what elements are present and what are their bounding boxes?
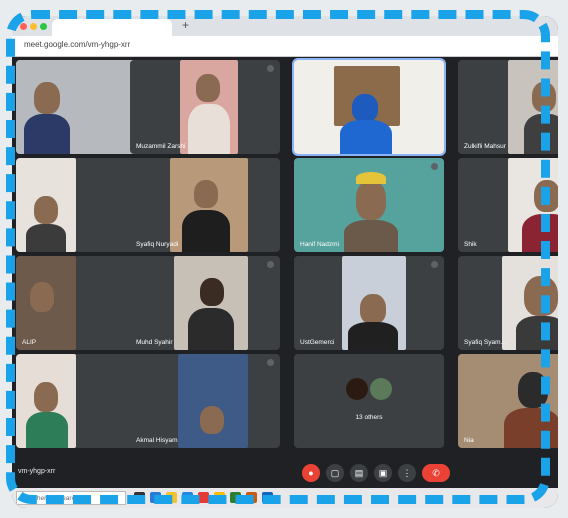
store-icon[interactable] <box>198 492 209 503</box>
participant-name: Muzammil Zarshi <box>136 143 186 150</box>
participant-tile[interactable]: Syafiq Nuryadi <box>130 158 280 252</box>
participant-name: Akmal Hisyam <box>136 437 178 444</box>
mic-muted-icon <box>267 359 274 366</box>
avatar <box>346 378 368 400</box>
participant-tile[interactable]: Nia <box>458 354 558 448</box>
os-taskbar: Type here to search <box>12 488 558 508</box>
participant-name: Syafiq Nuryadi <box>136 241 179 248</box>
participant-tile[interactable]: UstGemerci <box>294 256 444 350</box>
mic-muted-icon <box>267 65 274 72</box>
mic-muted-icon <box>267 261 274 268</box>
browser-tab[interactable] <box>52 19 172 36</box>
hangup-icon[interactable]: ✆ <box>422 464 450 482</box>
maximize-window-icon[interactable] <box>40 23 47 30</box>
app-icon[interactable] <box>246 492 257 503</box>
folder-icon[interactable] <box>166 492 177 503</box>
participant-grid: Muzammil Zarshi Zulkifli Mahsur Syafiq N… <box>12 58 558 458</box>
participant-tile[interactable]: Muhd Syahir <box>130 256 280 350</box>
participant-name: Nia <box>464 437 474 444</box>
url-text: meet.google.com/vm-yhgp-xrr <box>24 40 131 49</box>
participant-tile[interactable]: Shik <box>458 158 558 252</box>
address-bar[interactable]: meet.google.com/vm-yhgp-xrr <box>12 36 558 57</box>
minimize-window-icon[interactable] <box>30 23 37 30</box>
browser-tab-bar: + <box>12 16 558 36</box>
camera-icon[interactable]: ▢ <box>326 464 344 482</box>
app-icon[interactable] <box>262 492 273 503</box>
mic-muted-icon <box>431 163 438 170</box>
participant-name: Shik <box>464 241 477 248</box>
captions-icon[interactable]: ▤ <box>350 464 368 482</box>
mail-icon[interactable] <box>182 492 193 503</box>
edge-icon[interactable] <box>150 492 161 503</box>
taskbar-search-input[interactable]: Type here to search <box>16 491 126 505</box>
participant-name: Hanif Nadzmi <box>300 241 340 248</box>
app-icon[interactable] <box>230 492 241 503</box>
more-icon[interactable]: ⋮ <box>398 464 416 482</box>
chrome-icon[interactable] <box>214 492 225 503</box>
close-window-icon[interactable] <box>20 23 27 30</box>
participant-tile[interactable]: Zulkifli Mahsur <box>458 60 558 154</box>
new-tab-icon[interactable]: + <box>182 18 189 32</box>
meeting-controls-bar: vm-yhgp-xrr ● ▢ ▤ ▣ ⋮ ✆ <box>12 458 558 488</box>
participant-tile[interactable]: Syafiq Syam... <box>458 256 558 350</box>
participant-name: Syafiq Syam... <box>464 339 506 346</box>
task-view-icon[interactable] <box>134 492 145 503</box>
present-icon[interactable]: ▣ <box>374 464 392 482</box>
mic-muted-icon <box>431 261 438 268</box>
participant-tile[interactable]: Hanif Nadzmi <box>294 158 444 252</box>
others-tile[interactable]: 13 others <box>294 354 444 448</box>
avatar <box>370 378 392 400</box>
participant-name: Muhd Syahir <box>136 339 173 346</box>
meet-window: + meet.google.com/vm-yhgp-xrr Muzammil Z… <box>12 16 558 508</box>
meeting-code: vm-yhgp-xrr <box>18 468 56 475</box>
participant-name: ALIP <box>22 339 37 346</box>
participant-tile[interactable]: Akmal Hisyam <box>130 354 280 448</box>
participant-name: Zulkifli Mahsur <box>464 143 506 150</box>
participant-tile-active-speaker[interactable] <box>292 58 446 156</box>
mic-off-icon[interactable]: ● <box>302 464 320 482</box>
participant-tile[interactable]: Muzammil Zarshi <box>130 60 280 154</box>
others-count: 13 others <box>355 414 383 421</box>
participant-name: UstGemerci <box>300 339 335 346</box>
